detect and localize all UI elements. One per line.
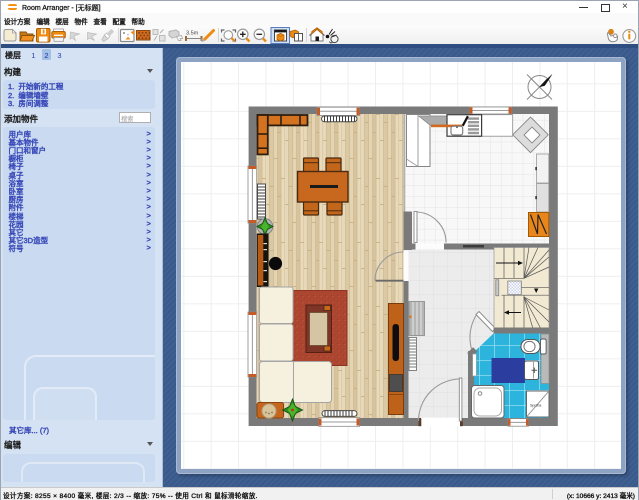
svg-text:Sprcha: Sprcha	[530, 404, 541, 408]
svg-text:3.5m: 3.5m	[186, 31, 199, 37]
